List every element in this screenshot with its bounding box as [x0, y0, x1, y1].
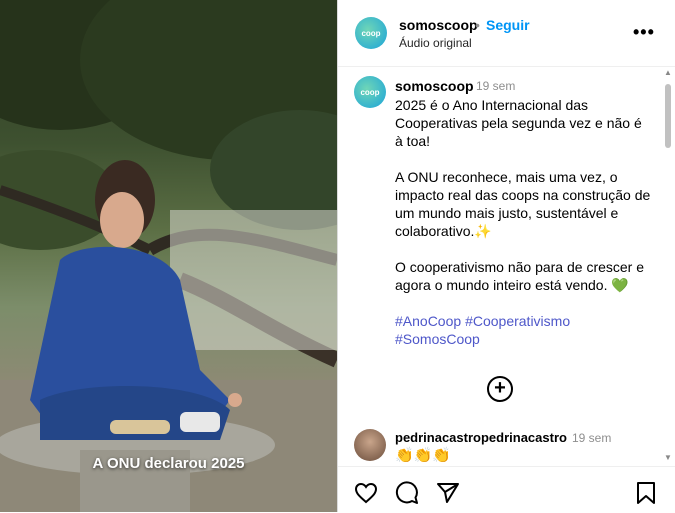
share-icon[interactable]: [436, 481, 460, 505]
action-bar: [338, 466, 675, 513]
follow-button[interactable]: Seguir: [486, 17, 530, 33]
separator-dot: •: [475, 17, 480, 33]
hashtags: #AnoCoop #Cooperativismo #SomosCoop: [395, 312, 653, 348]
comment-icon[interactable]: [395, 481, 419, 505]
scroll-up-icon[interactable]: ▲: [664, 68, 672, 77]
scroll-down-icon[interactable]: ▼: [664, 453, 672, 462]
reply-username[interactable]: pedrinacastropedrinacastro: [395, 430, 567, 445]
avatar-logo-text: coop: [361, 28, 381, 38]
hashtag-link[interactable]: #SomosCoop: [395, 331, 480, 347]
audio-link[interactable]: Áudio original: [399, 36, 472, 50]
more-horizontal-icon[interactable]: •••: [633, 22, 655, 43]
heart-icon[interactable]: [354, 481, 378, 505]
video-media[interactable]: A ONU declarou 2025: [0, 0, 337, 512]
caption-time[interactable]: 19 sem: [476, 79, 515, 93]
reply-text: 👏👏👏: [395, 447, 452, 464]
caption-text: 2025 é o Ano Internacional das Cooperati…: [395, 96, 653, 366]
bookmark-icon[interactable]: [635, 481, 657, 505]
header-username[interactable]: somoscoop: [399, 17, 478, 33]
plus-circle-icon[interactable]: +: [487, 376, 513, 402]
caption-username[interactable]: somoscoop: [395, 78, 474, 94]
hashtag-link[interactable]: #AnoCoop: [395, 313, 461, 329]
post-panel: coop somoscoop • Seguir Áudio original •…: [337, 0, 675, 512]
caption-paragraph: A ONU reconhece, mais uma vez, o impacto…: [395, 169, 651, 239]
reply-avatar[interactable]: [354, 429, 386, 461]
comments-section: coop somoscoop 19 sem 2025 é o Ano Inter…: [338, 66, 675, 466]
video-scene: [0, 0, 337, 512]
caption-avatar[interactable]: coop: [354, 76, 386, 108]
caption-paragraph: O cooperativismo não para de crescer e a…: [395, 259, 645, 293]
reply-time[interactable]: 19 sem: [572, 431, 611, 445]
avatar-logo-text: coop: [360, 87, 380, 97]
video-caption-overlay: A ONU declarou 2025: [92, 455, 245, 472]
post-header: coop somoscoop • Seguir Áudio original •…: [338, 0, 675, 67]
avatar[interactable]: coop: [355, 17, 387, 49]
scrollbar-thumb[interactable]: [665, 84, 671, 148]
hashtag-link[interactable]: #Cooperativismo: [465, 313, 570, 329]
comments-scrollbar[interactable]: ▲ ▼: [663, 66, 673, 466]
caption-paragraph: 2025 é o Ano Internacional das Cooperati…: [395, 97, 642, 149]
